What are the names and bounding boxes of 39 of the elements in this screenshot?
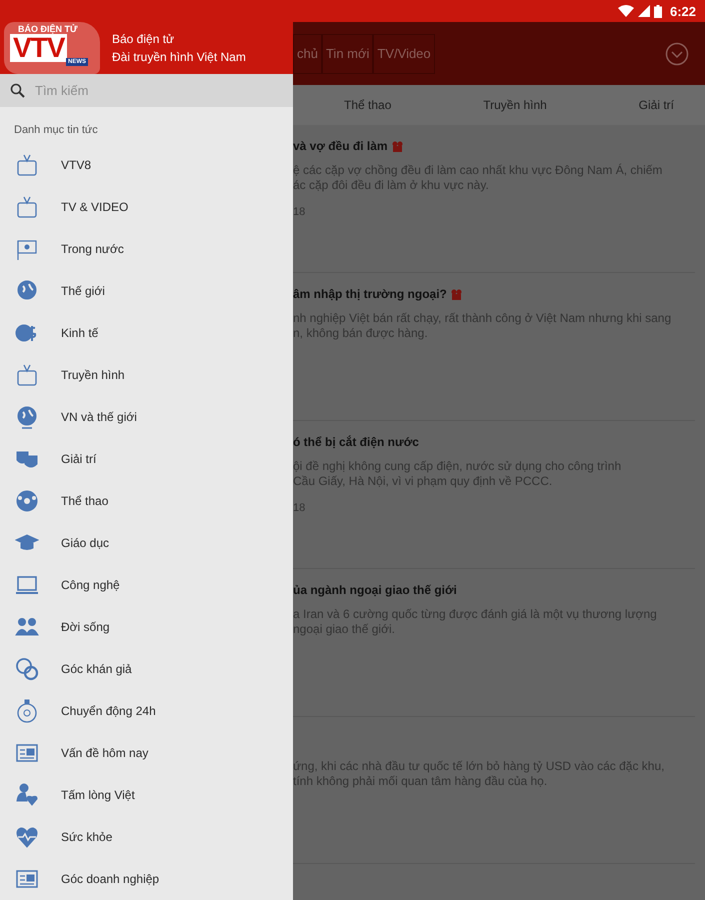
menu-item[interactable]: Tấm lòng Việt — [0, 774, 293, 816]
menu-item[interactable]: TV & VIDEO — [0, 186, 293, 228]
tv-icon — [15, 195, 39, 219]
header-subtitle: Đài truyền hình Việt Nam — [112, 50, 246, 64]
section-heading: Danh mục tin tức — [13, 123, 99, 138]
menu-item[interactable]: Giáo dục — [0, 522, 293, 564]
chevron-down-circle-icon[interactable] — [665, 42, 689, 66]
menu-item[interactable]: Công nghệ — [0, 564, 293, 606]
menu-item[interactable]: Trong nước — [0, 228, 293, 270]
menu-item[interactable]: Kinh tế — [0, 312, 293, 354]
menu-item[interactable]: Góc khán giả — [0, 648, 293, 690]
menu-item[interactable]: Vấn đề hôm nay — [0, 732, 293, 774]
menu-item[interactable]: Thể thao — [0, 480, 293, 522]
menu-item[interactable]: Truyền hình — [0, 354, 293, 396]
wifi-icon — [618, 5, 634, 17]
menu-item[interactable]: Đời sống — [0, 606, 293, 648]
menu-item[interactable]: Sức khỏe — [0, 816, 293, 858]
search-field[interactable]: Tìm kiếm — [0, 74, 293, 108]
header-title: Báo điện tử — [112, 32, 176, 46]
heart-pulse-icon — [15, 825, 39, 849]
clock-time: 6:22 — [670, 4, 696, 18]
menu-item[interactable]: VN và thế giới — [0, 396, 293, 438]
menu-item[interactable]: Chuyển động 24h — [0, 690, 293, 732]
laptop-icon — [15, 573, 39, 597]
stopwatch-icon — [15, 699, 39, 723]
search-icon — [10, 83, 25, 98]
battery-icon — [654, 4, 662, 18]
logo-text: VTV — [10, 34, 68, 62]
menu-item[interactable]: Thế giới — [0, 270, 293, 312]
menu-item[interactable]: VTV8 — [0, 144, 293, 186]
logo-text: BÁO ĐIỆN TỬ — [18, 24, 78, 34]
signal-icon — [638, 5, 650, 17]
search-field[interactable]: Tìm kiếm — [33, 82, 237, 100]
chat-bubbles-icon — [15, 657, 39, 681]
tv-icon — [15, 153, 39, 177]
menu-item[interactable]: Góc doanh nghiệp — [0, 858, 293, 900]
people-heart-icon — [15, 783, 39, 807]
tv-icon — [15, 363, 39, 387]
menu-item[interactable]: Giải trí — [0, 438, 293, 480]
